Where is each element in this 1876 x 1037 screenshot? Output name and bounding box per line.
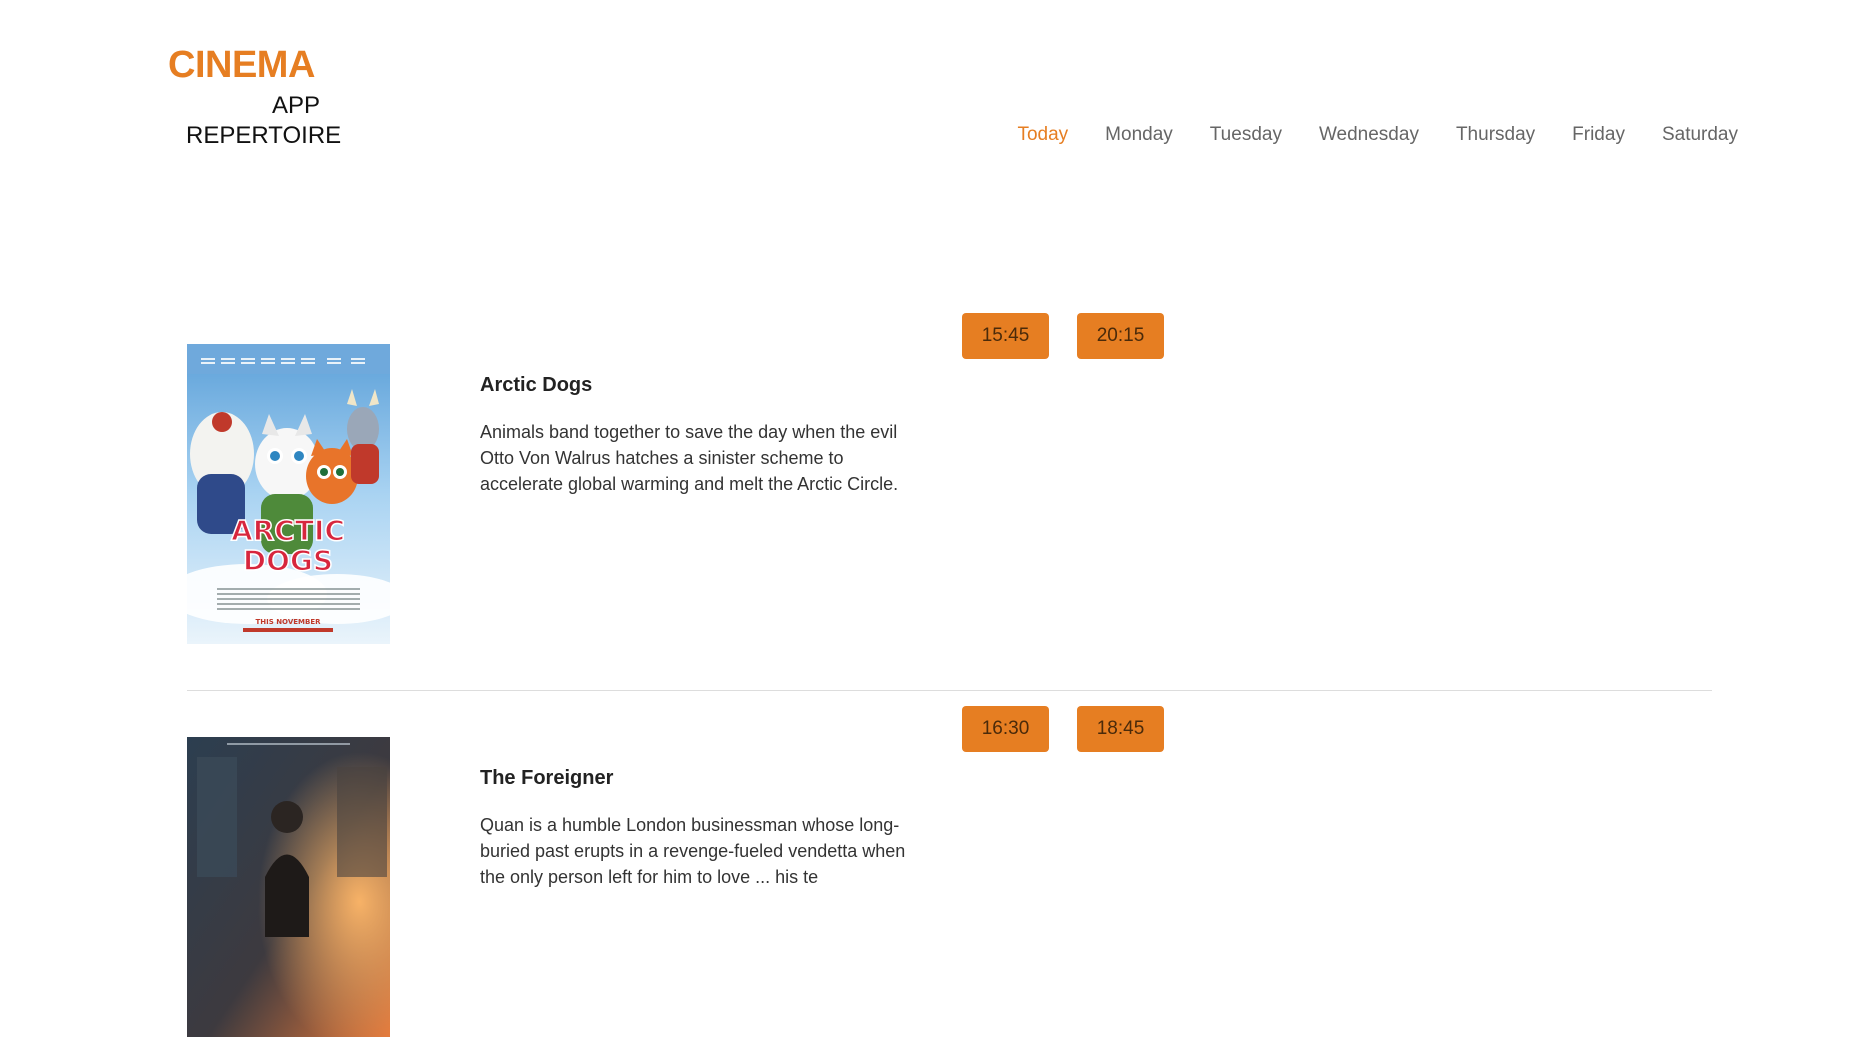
nav-item-thursday[interactable]: Thursday — [1456, 124, 1535, 146]
poster-tagline: THIS NOVEMBER — [255, 618, 321, 626]
movie-item: The Foreigner Quan is a humble London bu… — [187, 690, 1712, 1037]
showtime-button[interactable]: 16:30 — [962, 706, 1049, 752]
nav-item-monday[interactable]: Monday — [1105, 124, 1173, 146]
movie-poster[interactable] — [187, 737, 390, 1037]
logo-repertoire-text: REPERTOIRE — [186, 122, 342, 149]
movie-poster[interactable]: ARCTIC DOGS THIS NOVEMBER — [187, 344, 390, 644]
showtime-button[interactable]: 20:15 — [1077, 313, 1164, 359]
logo[interactable]: CINEMA APP REPERTOIRE — [168, 44, 342, 154]
movie-title[interactable]: The Foreigner — [480, 767, 920, 790]
showtimes: 16:30 18:45 — [962, 706, 1164, 752]
showtime-button[interactable]: 18:45 — [1077, 706, 1164, 752]
movie-description: Animals band together to save the day wh… — [480, 422, 899, 494]
nav-item-tuesday[interactable]: Tuesday — [1210, 124, 1282, 146]
logo-app-text: APP — [272, 92, 321, 119]
movie-description: Quan is a humble London businessman whos… — [480, 815, 906, 887]
showtime-button[interactable]: 15:45 — [962, 313, 1049, 359]
header: CINEMA APP REPERTOIRE Today Monday Tuesd… — [0, 0, 1876, 200]
movie-info: The Foreigner Quan is a humble London bu… — [480, 767, 920, 890]
poster-title-line2: DOGS — [243, 544, 333, 577]
movie-list: ARCTIC DOGS THIS NOVEMBER Arctic Dogs An… — [187, 308, 1712, 1037]
nav-item-saturday[interactable]: Saturday — [1662, 124, 1738, 146]
showtimes: 15:45 20:15 — [962, 313, 1164, 359]
nav-item-wednesday[interactable]: Wednesday — [1319, 124, 1419, 146]
nav-item-today[interactable]: Today — [1017, 124, 1068, 146]
nav-item-friday[interactable]: Friday — [1572, 124, 1625, 146]
movie-info: Arctic Dogs Animals band together to sav… — [480, 374, 920, 497]
movie-title[interactable]: Arctic Dogs — [480, 374, 920, 397]
poster-title-line1: ARCTIC — [231, 514, 345, 547]
movie-item: ARCTIC DOGS THIS NOVEMBER Arctic Dogs An… — [187, 308, 1712, 690]
day-nav: Today Monday Tuesday Wednesday Thursday … — [1017, 124, 1738, 146]
logo-cinema-text: CINEMA — [168, 44, 315, 86]
